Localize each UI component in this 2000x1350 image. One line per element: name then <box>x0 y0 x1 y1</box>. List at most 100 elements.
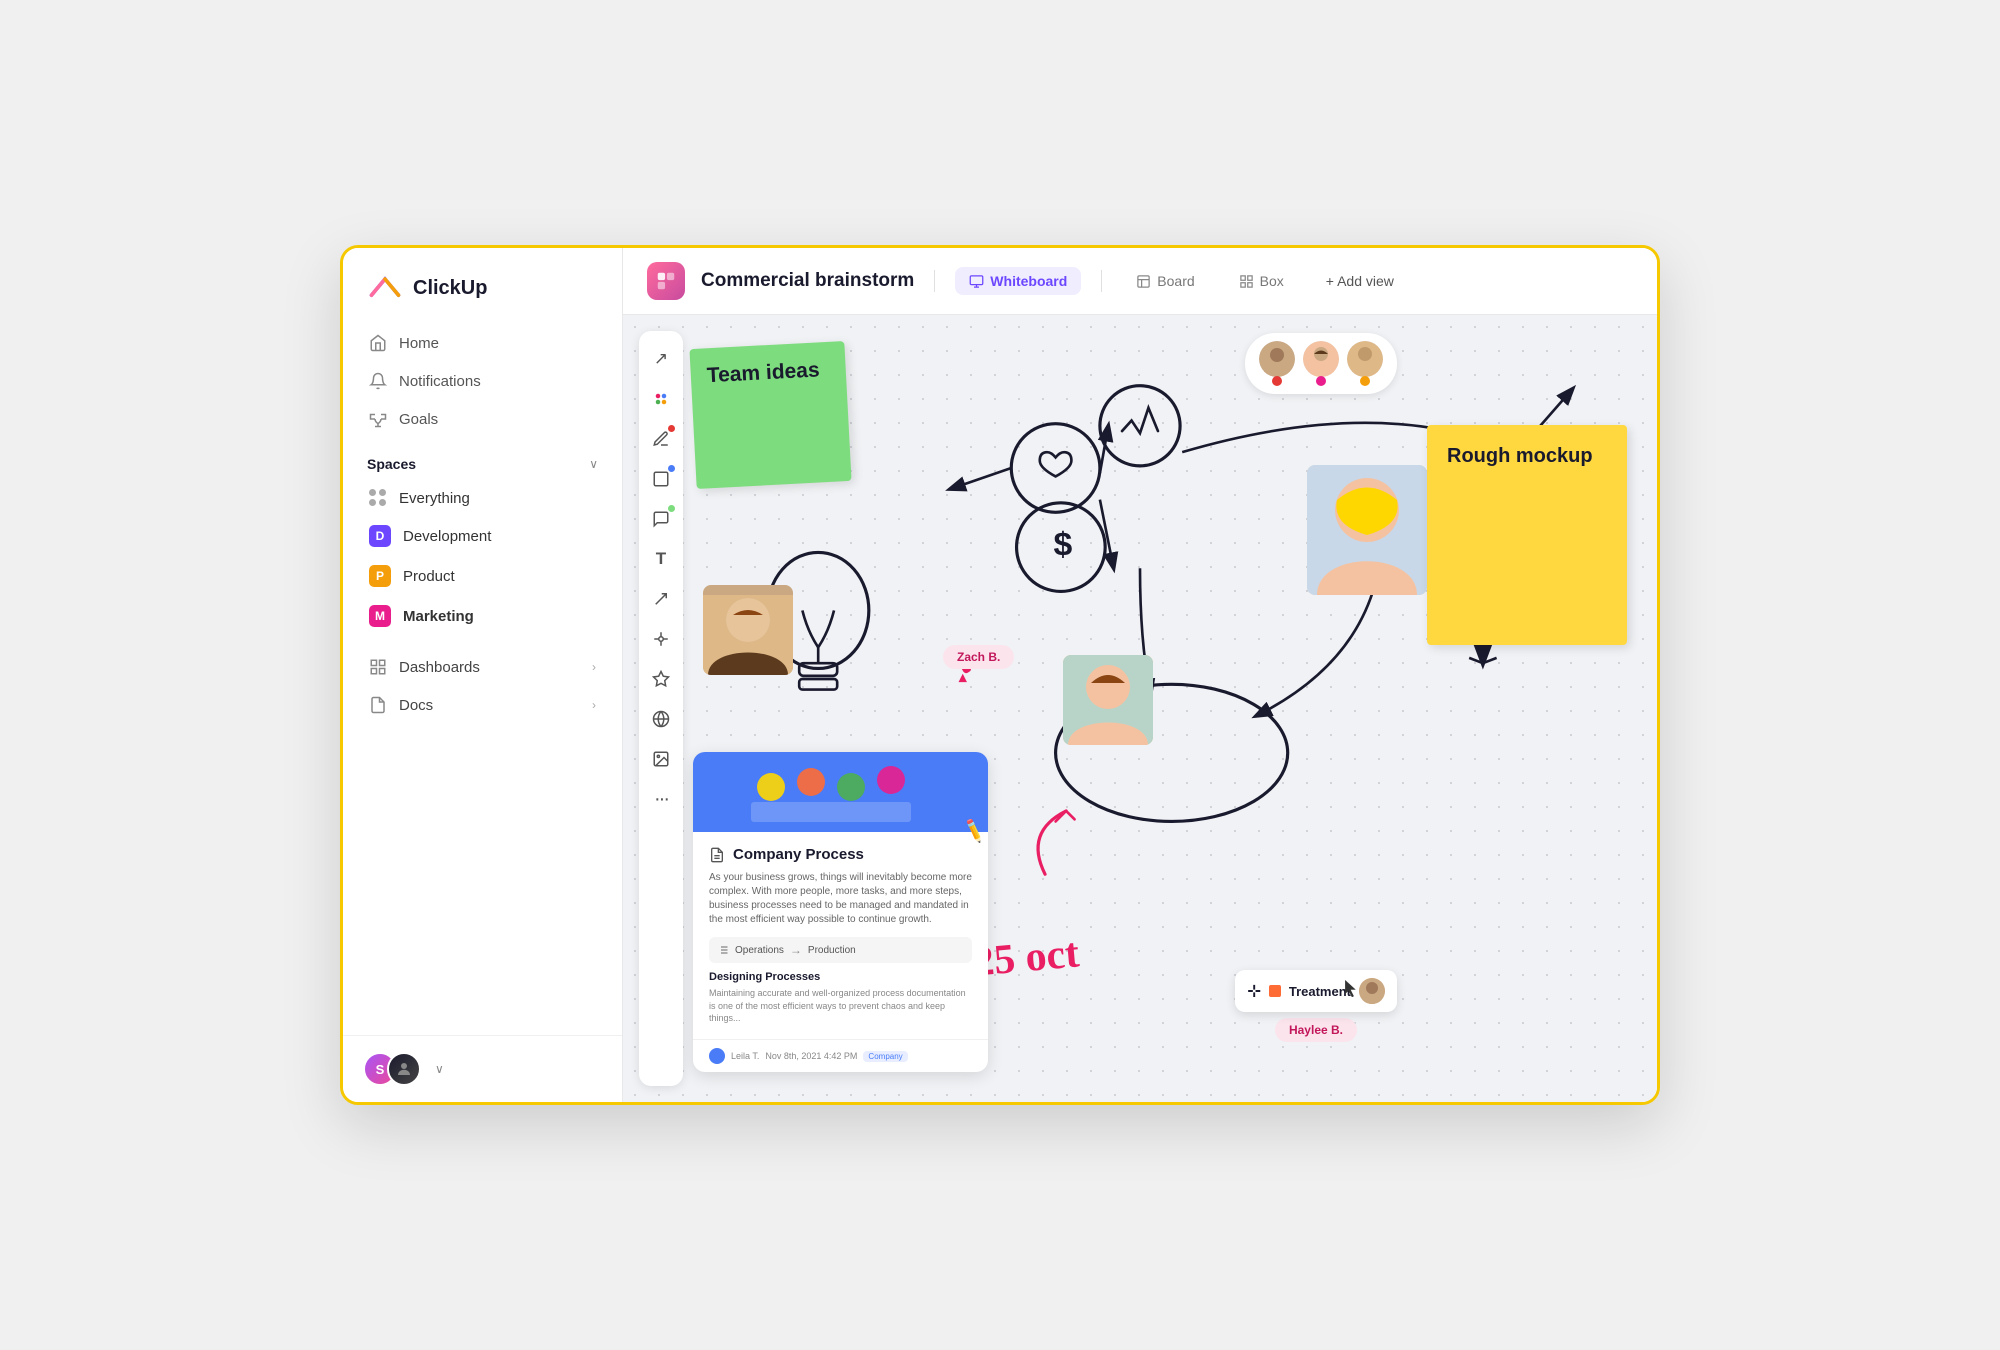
avatar-user-b <box>387 1052 421 1086</box>
sidebar-item-marketing[interactable]: M Marketing <box>355 596 610 636</box>
spaces-chevron[interactable]: ∨ <box>589 457 598 471</box>
logo-text: ClickUp <box>413 277 487 300</box>
list-icon <box>717 944 729 956</box>
doc-icon <box>709 847 725 863</box>
sticky-green-text: Team ideas <box>706 358 820 387</box>
collaborator-dot-3 <box>1360 376 1370 386</box>
development-label: Development <box>403 528 491 545</box>
tool-hub[interactable] <box>643 621 679 657</box>
pencil-dot <box>668 425 675 432</box>
process-to: Production <box>808 945 856 956</box>
sidebar-item-notifications[interactable]: Notifications <box>355 362 610 400</box>
doc-card-header <box>693 752 988 832</box>
docs-label: Docs <box>399 697 433 714</box>
process-from: Operations <box>735 945 784 956</box>
tab-box[interactable]: Box <box>1225 267 1298 295</box>
workspace-icon <box>647 262 685 300</box>
clickup-logo-icon <box>367 270 403 306</box>
home-icon <box>369 334 387 352</box>
tool-comment[interactable] <box>643 501 679 537</box>
bell-icon <box>369 372 387 390</box>
whiteboard-icon <box>969 274 984 289</box>
add-view-button[interactable]: + Add view <box>1314 267 1406 295</box>
spaces-section-header: Spaces ∨ <box>343 438 622 480</box>
tab-board-label: Board <box>1157 273 1194 289</box>
tool-globe[interactable] <box>643 701 679 737</box>
user-chevron[interactable]: ∨ <box>435 1062 444 1076</box>
treatment-color <box>1269 985 1281 997</box>
sidebar-footer: S ∨ <box>343 1035 622 1102</box>
move-icon: ⊹ <box>1247 981 1260 1001</box>
home-label: Home <box>399 335 439 352</box>
docs-chevron[interactable]: › <box>592 698 596 712</box>
collaborator-dot-1 <box>1272 376 1282 386</box>
canvas-toolbar: ↗ <box>639 331 683 1086</box>
topbar: Commercial brainstorm Whiteboard Board B… <box>623 248 1657 315</box>
marketing-label: Marketing <box>403 608 474 625</box>
svg-text:$: $ <box>1053 526 1072 564</box>
collaborator-1 <box>1259 341 1295 386</box>
rect-dot <box>668 465 675 472</box>
sidebar-item-development[interactable]: D Development <box>355 516 610 556</box>
sidebar-item-home[interactable]: Home <box>355 324 610 362</box>
add-view-label: + Add view <box>1326 273 1394 289</box>
process-arrow: → <box>790 943 802 957</box>
tool-pencil[interactable] <box>643 421 679 457</box>
tool-text[interactable]: T <box>643 541 679 577</box>
doc-section-title: Designing Processes <box>709 971 972 983</box>
collaborator-2 <box>1303 341 1339 386</box>
doc-card[interactable]: Company Process As your business grows, … <box>693 752 988 1072</box>
author-avatar <box>709 1048 725 1064</box>
box-icon <box>1239 274 1254 289</box>
tab-board[interactable]: Board <box>1122 267 1208 295</box>
doc-title: Company Process <box>733 846 864 863</box>
product-label: Product <box>403 568 455 585</box>
sidebar-item-dashboards[interactable]: Dashboards › <box>355 648 610 686</box>
app-frame: ClickUp Home Notifications Goals Spaces … <box>340 245 1660 1105</box>
haylee-name: Haylee B. <box>1289 1023 1343 1037</box>
dashboards-label: Dashboards <box>399 659 480 676</box>
doc-badge: Company <box>863 1051 907 1062</box>
tool-connector[interactable] <box>643 581 679 617</box>
goals-label: Goals <box>399 411 438 428</box>
treatment-avatar <box>1359 978 1385 1004</box>
doc-description: As your business grows, things will inev… <box>709 871 972 927</box>
dashboards-icon <box>369 658 387 676</box>
tool-image[interactable] <box>643 741 679 777</box>
collaborator-avatar-2 <box>1303 341 1339 377</box>
doc-author: Leila T. <box>731 1051 759 1061</box>
docs-icon <box>369 696 387 714</box>
user-avatars: S <box>363 1052 421 1086</box>
development-dot: D <box>369 525 391 547</box>
comment-dot <box>668 505 675 512</box>
topbar-divider <box>934 270 935 292</box>
sticky-note-yellow[interactable]: Rough mockup <box>1427 425 1627 645</box>
page-title: Commercial brainstorm <box>701 270 914 292</box>
dashboards-chevron[interactable]: › <box>592 660 596 674</box>
sticky-note-green[interactable]: Team ideas <box>689 341 851 489</box>
name-tag-haylee: Haylee B. <box>1275 1018 1357 1042</box>
sidebar-item-product[interactable]: P Product <box>355 556 610 596</box>
collaborator-avatar-3 <box>1347 341 1383 377</box>
tool-star[interactable] <box>643 661 679 697</box>
collaborators-panel <box>1245 333 1397 394</box>
tab-box-label: Box <box>1260 273 1284 289</box>
topbar-divider-2 <box>1101 270 1102 292</box>
everything-label: Everything <box>399 490 470 507</box>
collaborator-3 <box>1347 341 1383 386</box>
main-content: Commercial brainstorm Whiteboard Board B… <box>623 248 1657 1102</box>
product-dot: P <box>369 565 391 587</box>
tab-whiteboard[interactable]: Whiteboard <box>955 267 1081 295</box>
tool-cursor[interactable]: ↗ <box>643 341 679 377</box>
zach-name: Zach B. <box>957 650 1000 664</box>
tool-rectangle[interactable] <box>643 461 679 497</box>
person-photo-center <box>1063 655 1153 745</box>
sidebar-nav: Home Notifications Goals <box>343 324 622 438</box>
tool-palette[interactable] <box>643 381 679 417</box>
sidebar-item-everything[interactable]: Everything <box>355 480 610 516</box>
notifications-label: Notifications <box>399 373 481 390</box>
collaborator-dot-2 <box>1316 376 1326 386</box>
sidebar-item-goals[interactable]: Goals <box>355 400 610 438</box>
tool-more[interactable]: ··· <box>643 781 679 817</box>
sidebar-item-docs[interactable]: Docs › <box>355 686 610 724</box>
